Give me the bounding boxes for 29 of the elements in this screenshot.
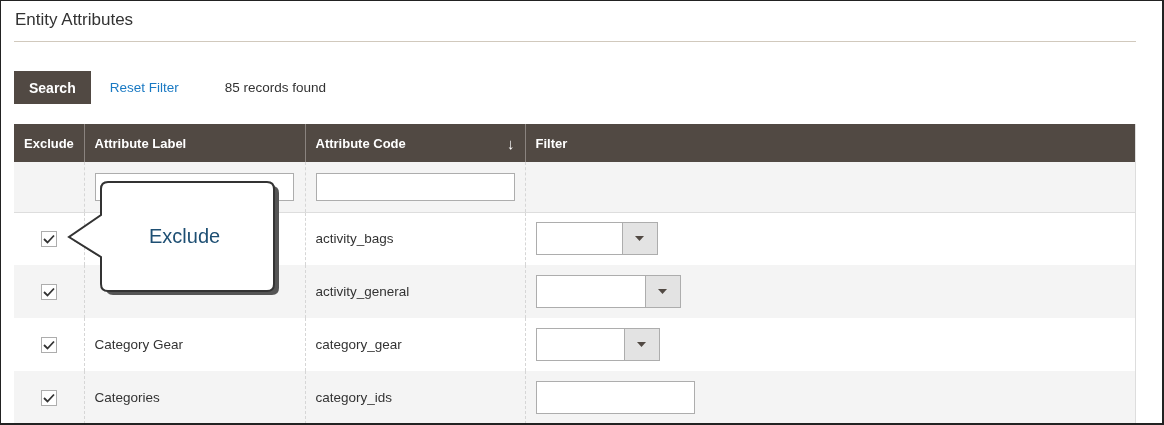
- column-header[interactable]: Attribute Label: [84, 124, 305, 162]
- callout-text: Exclude: [149, 225, 221, 248]
- page-title: Entity Attributes: [14, 1, 1136, 42]
- attribute-code: activity_general: [315, 284, 410, 299]
- reset-filter-link[interactable]: Reset Filter: [109, 80, 179, 95]
- column-header[interactable]: Attribute Code ↓: [305, 124, 525, 162]
- caret-icon: [658, 289, 667, 294]
- filter-dropdown[interactable]: [535, 275, 681, 308]
- exclude-checkbox[interactable]: [40, 389, 57, 406]
- caret-icon: [637, 342, 646, 347]
- attribute-label: Categories: [94, 390, 160, 405]
- filter-dropdown[interactable]: [535, 328, 660, 361]
- records-count: 85 records found: [224, 80, 327, 95]
- attribute-label: Category Gear: [94, 337, 184, 352]
- attribute-code: category_gear: [315, 337, 402, 352]
- exclude-checkbox[interactable]: [40, 283, 57, 300]
- column-header[interactable]: Exclude: [14, 124, 84, 162]
- filter-input[interactable]: [535, 381, 695, 414]
- search-button[interactable]: Search: [14, 71, 91, 104]
- caret-icon: [635, 236, 644, 242]
- filter-dropdown[interactable]: [535, 222, 658, 256]
- attribute-code: activity_bags: [315, 231, 394, 247]
- column-title: Attribute Code: [315, 135, 406, 151]
- exclude-checkbox[interactable]: [40, 230, 57, 247]
- exclude-checkbox[interactable]: [40, 336, 57, 353]
- filter-input[interactable]: [315, 172, 515, 201]
- attribute-code: category_ids: [315, 390, 393, 405]
- sort-icon[interactable]: ↓: [507, 134, 515, 152]
- column-header[interactable]: Filter: [525, 124, 1136, 162]
